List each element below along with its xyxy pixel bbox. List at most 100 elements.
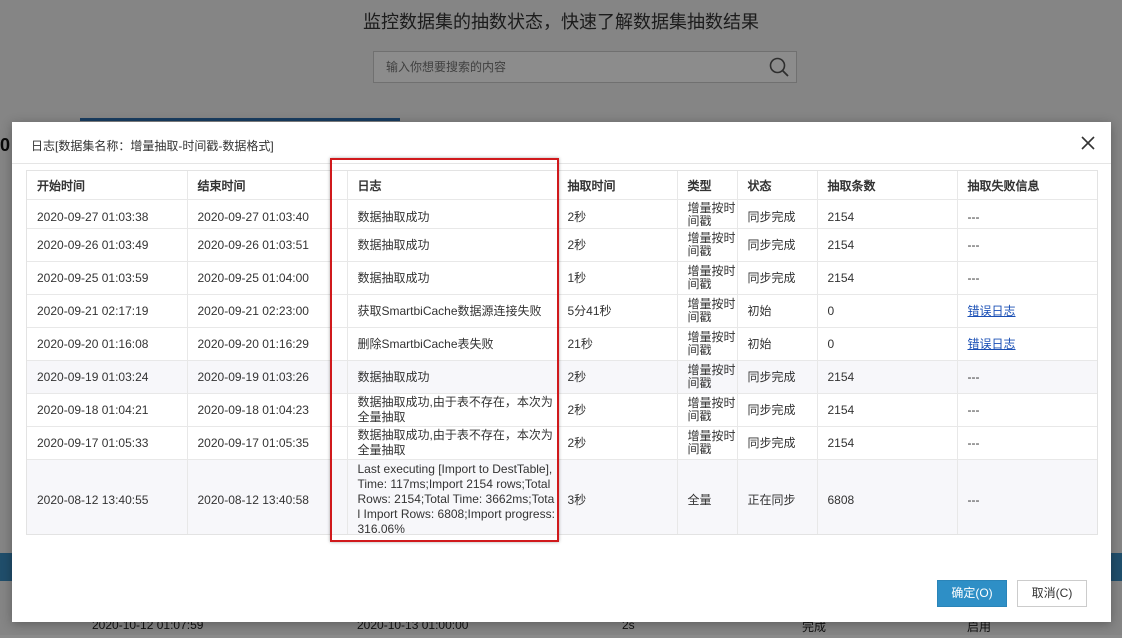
cell-duration: 2秒 — [557, 199, 678, 229]
cell-log: 数据抽取成功 — [347, 228, 558, 262]
table-row[interactable]: 2020-09-19 01:03:24 2020-09-19 01:03:26 … — [27, 360, 1097, 394]
cell-start: 2020-09-27 01:03:38 — [27, 199, 188, 229]
cell-fail: --- — [957, 393, 1097, 427]
cell-count: 6808 — [817, 459, 958, 534]
cell-duration: 5分41秒 — [557, 294, 678, 328]
cell-status: 初始 — [737, 294, 818, 328]
col-header-fail[interactable]: 抽取失败信息 — [957, 171, 1097, 200]
cell-log: 数据抽取成功 — [347, 360, 558, 394]
cell-end: 2020-09-25 01:04:00 — [187, 261, 348, 295]
cell-status: 同步完成 — [737, 360, 818, 394]
cell-end: 2020-09-21 02:23:00 — [187, 294, 348, 328]
cell-status: 同步完成 — [737, 426, 818, 460]
cell-fail: 错误日志 — [957, 327, 1097, 361]
cell-log: 数据抽取成功,由于表不存在，本次为全量抽取 — [347, 426, 558, 460]
cell-start: 2020-09-26 01:03:49 — [27, 228, 188, 262]
table-row[interactable]: 2020-08-12 13:40:55 2020-08-12 13:40:58 … — [27, 459, 1097, 534]
cell-type: 增量按时间戳 — [677, 199, 738, 229]
cell-status: 正在同步 — [737, 459, 818, 534]
cell-log: Last executing [Import to DestTable],Tim… — [347, 459, 558, 534]
cell-count: 2154 — [817, 393, 958, 427]
log-dialog: 日志[数据集名称：增量抽取-时间戳-数据格式] 开始时间 结束时间 日志 抽取时… — [12, 122, 1111, 622]
cell-type: 增量按时间戳 — [677, 426, 738, 460]
cell-fail: --- — [957, 261, 1097, 295]
col-header-log[interactable]: 日志 — [347, 171, 558, 200]
cell-count: 2154 — [817, 360, 958, 394]
cell-duration: 1秒 — [557, 261, 678, 295]
cell-fail: --- — [957, 228, 1097, 262]
cell-type: 增量按时间戳 — [677, 294, 738, 328]
table-row[interactable]: 2020-09-20 01:16:08 2020-09-20 01:16:29 … — [27, 327, 1097, 361]
cell-type: 增量按时间戳 — [677, 261, 738, 295]
cell-type: 增量按时间戳 — [677, 360, 738, 394]
cell-type: 增量按时间戳 — [677, 228, 738, 262]
col-header-duration[interactable]: 抽取时间 — [557, 171, 678, 200]
table-row[interactable]: 2020-09-27 01:03:38 2020-09-27 01:03:40 … — [27, 199, 1097, 229]
cell-start: 2020-08-12 13:40:55 — [27, 459, 188, 534]
log-table: 开始时间 结束时间 日志 抽取时间 类型 状态 抽取条数 抽取失败信息 2020… — [27, 171, 1097, 534]
cell-status: 同步完成 — [737, 228, 818, 262]
cell-status: 同步完成 — [737, 393, 818, 427]
col-header-type[interactable]: 类型 — [677, 171, 738, 200]
cell-type: 全量 — [677, 459, 738, 534]
cell-type: 增量按时间戳 — [677, 393, 738, 427]
cell-end: 2020-09-17 01:05:35 — [187, 426, 348, 460]
confirm-button[interactable]: 确定(O) — [937, 580, 1007, 607]
cell-start: 2020-09-25 01:03:59 — [27, 261, 188, 295]
cell-start: 2020-09-20 01:16:08 — [27, 327, 188, 361]
cell-fail: 错误日志 — [957, 294, 1097, 328]
cell-end: 2020-09-19 01:03:26 — [187, 360, 348, 394]
cell-start: 2020-09-17 01:05:33 — [27, 426, 188, 460]
cell-count: 2154 — [817, 426, 958, 460]
cell-duration: 2秒 — [557, 393, 678, 427]
cell-log: 获取SmartbiCache数据源连接失败 — [347, 294, 558, 328]
table-row[interactable]: 2020-09-17 01:05:33 2020-09-17 01:05:35 … — [27, 426, 1097, 460]
col-header-end[interactable]: 结束时间 — [187, 171, 348, 200]
dialog-title: 日志[数据集名称：增量抽取-时间戳-数据格式] — [31, 139, 274, 153]
cell-duration: 2秒 — [557, 426, 678, 460]
cell-duration: 3秒 — [557, 459, 678, 534]
table-header-row: 开始时间 结束时间 日志 抽取时间 类型 状态 抽取条数 抽取失败信息 — [27, 171, 1097, 200]
cell-count: 2154 — [817, 199, 958, 229]
cancel-button[interactable]: 取消(C) — [1017, 580, 1087, 607]
cell-end: 2020-09-18 01:04:23 — [187, 393, 348, 427]
cell-log: 删除SmartbiCache表失败 — [347, 327, 558, 361]
divider — [12, 163, 1111, 164]
table-row[interactable]: 2020-09-21 02:17:19 2020-09-21 02:23:00 … — [27, 294, 1097, 328]
cell-start: 2020-09-18 01:04:21 — [27, 393, 188, 427]
cell-status: 同步完成 — [737, 199, 818, 229]
cell-end: 2020-09-26 01:03:51 — [187, 228, 348, 262]
cell-start: 2020-09-21 02:17:19 — [27, 294, 188, 328]
cell-start: 2020-09-19 01:03:24 — [27, 360, 188, 394]
close-icon[interactable] — [1079, 134, 1097, 152]
cell-log: 数据抽取成功 — [347, 261, 558, 295]
col-header-status[interactable]: 状态 — [737, 171, 818, 200]
col-header-start[interactable]: 开始时间 — [27, 171, 188, 200]
cell-end: 2020-09-27 01:03:40 — [187, 199, 348, 229]
cell-log: 数据抽取成功 — [347, 199, 558, 229]
cell-status: 初始 — [737, 327, 818, 361]
table-row[interactable]: 2020-09-18 01:04:21 2020-09-18 01:04:23 … — [27, 393, 1097, 427]
cell-count: 0 — [817, 327, 958, 361]
cell-log: 数据抽取成功,由于表不存在，本次为全量抽取 — [347, 393, 558, 427]
cell-duration: 21秒 — [557, 327, 678, 361]
table-row[interactable]: 2020-09-26 01:03:49 2020-09-26 01:03:51 … — [27, 228, 1097, 262]
cell-duration: 2秒 — [557, 360, 678, 394]
cell-end: 2020-08-12 13:40:58 — [187, 459, 348, 534]
cell-fail: --- — [957, 459, 1097, 534]
cell-status: 同步完成 — [737, 261, 818, 295]
cell-fail: --- — [957, 426, 1097, 460]
cell-duration: 2秒 — [557, 228, 678, 262]
table-row[interactable]: 2020-09-25 01:03:59 2020-09-25 01:04:00 … — [27, 261, 1097, 295]
cell-end: 2020-09-20 01:16:29 — [187, 327, 348, 361]
error-log-link[interactable]: 错误日志 — [968, 337, 1016, 351]
cell-fail: --- — [957, 199, 1097, 229]
error-log-link[interactable]: 错误日志 — [968, 304, 1016, 318]
log-table-container[interactable]: 开始时间 结束时间 日志 抽取时间 类型 状态 抽取条数 抽取失败信息 2020… — [26, 170, 1098, 535]
col-header-count[interactable]: 抽取条数 — [817, 171, 958, 200]
cell-fail: --- — [957, 360, 1097, 394]
cell-count: 2154 — [817, 228, 958, 262]
cell-type: 增量按时间戳 — [677, 327, 738, 361]
cell-count: 2154 — [817, 261, 958, 295]
cell-count: 0 — [817, 294, 958, 328]
